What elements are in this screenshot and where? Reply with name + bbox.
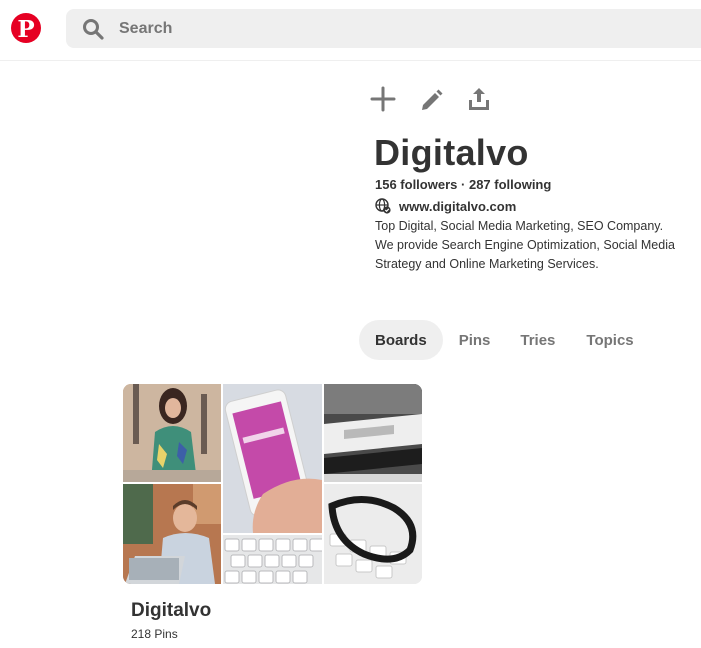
search-icon <box>82 18 104 40</box>
board-pin-count: 218 Pins <box>131 627 178 641</box>
header-divider <box>0 60 701 61</box>
pinterest-logo-icon[interactable]: P <box>11 13 41 43</box>
board-cover[interactable] <box>123 384 422 584</box>
board-image-woman <box>123 384 221 482</box>
profile-tabs: Boards Pins Tries Topics <box>359 320 634 360</box>
board-image-laptop <box>324 384 422 482</box>
follow-stats: 156 followers · 287 following <box>375 177 551 192</box>
search-input[interactable] <box>119 19 639 38</box>
following-link[interactable]: 287 following <box>469 177 551 192</box>
board-image-phone <box>223 384 322 533</box>
followers-link[interactable]: 156 followers <box>375 177 457 192</box>
board-image-keyboard <box>223 535 322 584</box>
profile-actions <box>368 85 494 113</box>
globe-icon <box>375 198 391 214</box>
search-bar[interactable] <box>66 9 701 48</box>
plus-icon[interactable] <box>368 85 398 113</box>
board-title[interactable]: Digitalvo <box>131 600 211 622</box>
website-link[interactable]: www.digitalvo.com <box>399 199 516 214</box>
tab-boards[interactable]: Boards <box>359 320 443 360</box>
share-icon[interactable] <box>464 85 494 113</box>
website-row: www.digitalvo.com <box>375 198 516 214</box>
pencil-icon[interactable] <box>416 85 446 113</box>
tab-tries[interactable]: Tries <box>520 320 555 360</box>
board-image-man-laptop <box>123 484 221 584</box>
stats-separator: · <box>461 177 466 192</box>
profile-bio: Top Digital, Social Media Marketing, SEO… <box>375 219 675 271</box>
board-image-glasses <box>324 484 422 584</box>
tab-topics[interactable]: Topics <box>586 320 633 360</box>
tab-pins[interactable]: Pins <box>459 320 491 360</box>
profile-name: Digitalvo <box>374 132 529 173</box>
svg-text:P: P <box>17 16 34 43</box>
